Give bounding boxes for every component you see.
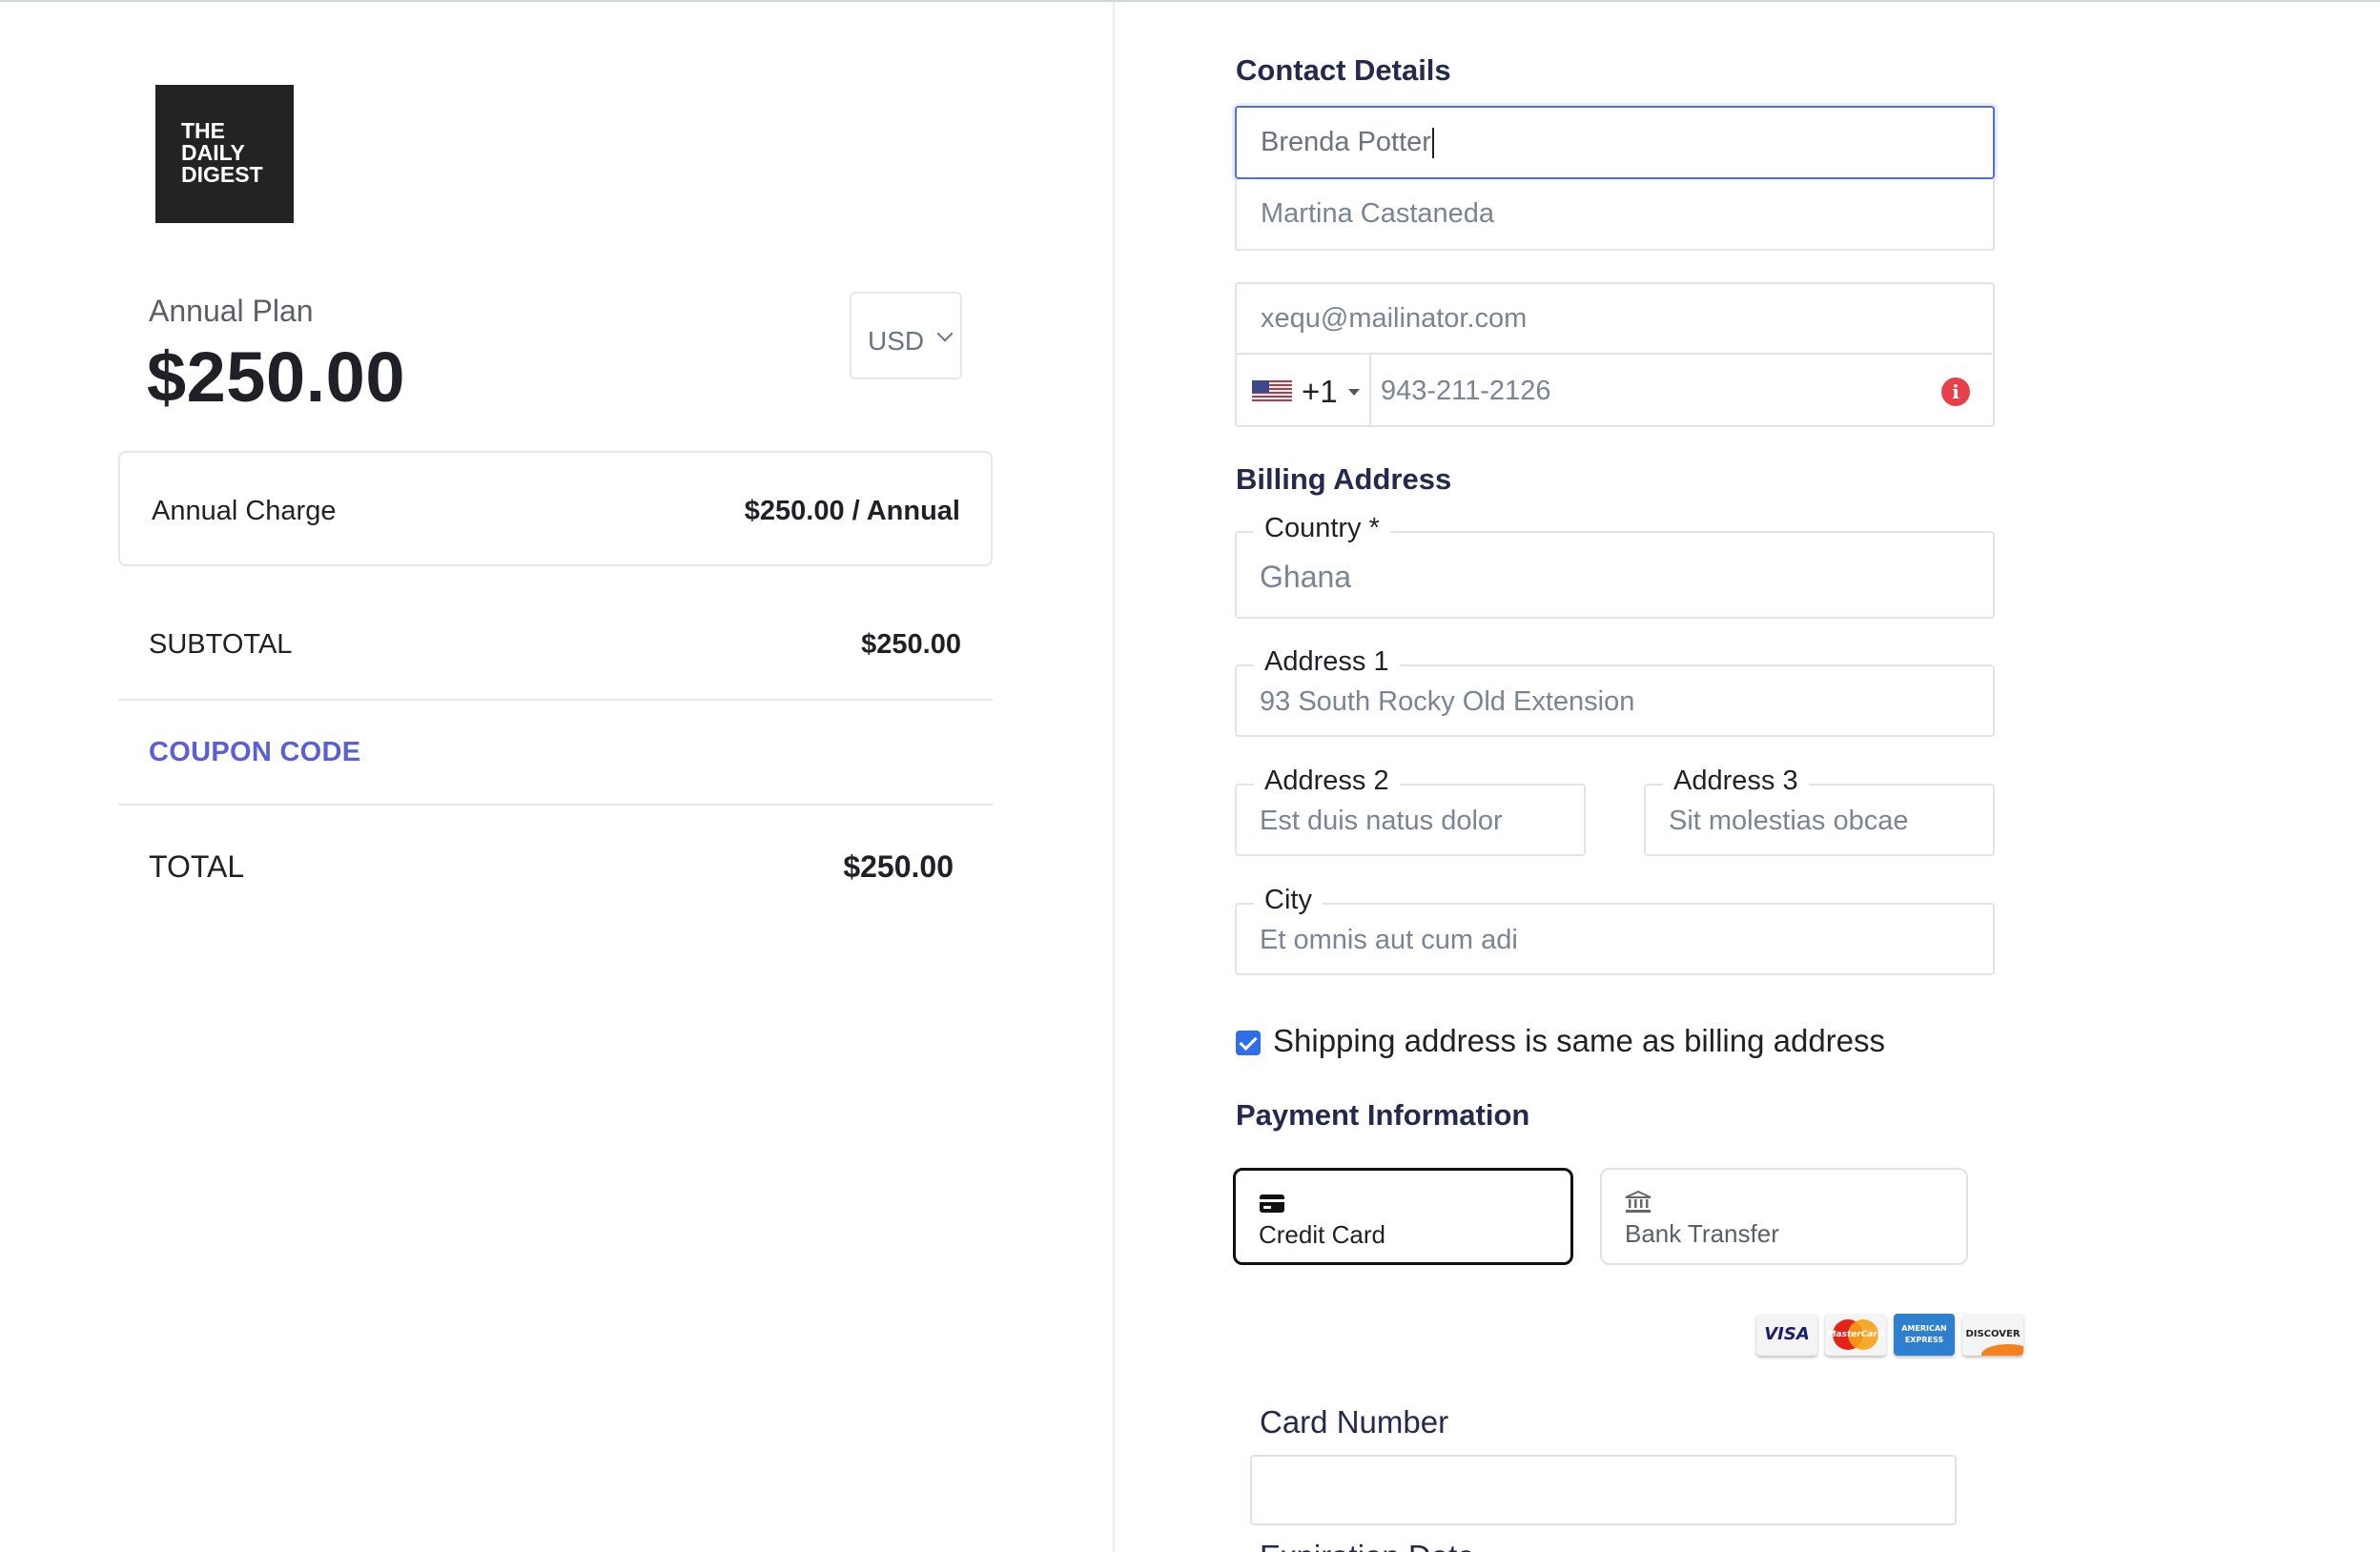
city-label: City (1254, 884, 1323, 916)
credit-card-label: Credit Card (1259, 1220, 1385, 1249)
bank-transfer-label: Bank Transfer (1625, 1219, 1779, 1248)
phone-input[interactable]: +1 943-211-2126 i (1235, 355, 1995, 427)
last-name-input[interactable]: Martina Castaneda (1235, 179, 1995, 251)
mastercard-logo: MasterCard (1825, 1314, 1886, 1356)
coupon-code-link[interactable]: COUPON CODE (149, 737, 360, 768)
total-value: $250.00 (843, 849, 954, 884)
address1-label: Address 1 (1254, 645, 1400, 678)
caret-down-icon[interactable] (1348, 389, 1360, 396)
phone-country-code[interactable]: +1 (1302, 374, 1338, 410)
brand-logo: THE DAILY DIGEST (155, 85, 294, 223)
address2-value: Est duis natus dolor (1260, 806, 1503, 836)
discover-logo: DISCOVER (1962, 1314, 2023, 1356)
amex-logo: AMERICAN EXPRESS (1894, 1314, 1955, 1356)
divider (118, 804, 993, 806)
us-flag-icon (1252, 380, 1292, 403)
card-number-label: Card Number (1260, 1404, 1449, 1440)
card-number-input[interactable] (1250, 1455, 1957, 1525)
charge-label: Annual Charge (152, 496, 337, 526)
charge-value: $250.00 / Annual (744, 496, 960, 526)
logo-line-2: DAILY (181, 140, 245, 165)
first-name-input[interactable]: Brenda Potter (1235, 106, 1995, 179)
address3-label: Address 3 (1663, 765, 1809, 797)
info-icon: i (1941, 378, 1970, 406)
address1-value: 93 South Rocky Old Extension (1260, 686, 1635, 717)
subtotal-value: $250.00 (861, 629, 961, 660)
visa-logo: VISA (1756, 1314, 1817, 1356)
address3-field[interactable]: Address 3 Sit molestias obcae (1644, 765, 1995, 856)
plan-name: Annual Plan (149, 294, 314, 328)
total-label: TOTAL (149, 849, 245, 884)
first-name-value: Brenda Potter (1261, 127, 1431, 157)
bank-transfer-option[interactable]: Bank Transfer (1600, 1168, 1968, 1265)
address1-field[interactable]: Address 1 93 South Rocky Old Extension (1235, 645, 1995, 737)
top-border (0, 0, 2380, 2)
plan-price: $250.00 (147, 337, 405, 417)
contact-details-title: Contact Details (1236, 53, 1451, 87)
city-field[interactable]: City Et omnis aut cum adi (1235, 884, 1995, 975)
last-name-value: Martina Castaneda (1261, 198, 1495, 229)
credit-card-icon (1260, 1195, 1284, 1213)
country-label: Country * (1254, 512, 1390, 544)
city-value: Et omnis aut cum adi (1260, 925, 1518, 955)
chevron-down-icon (936, 325, 954, 342)
divider (118, 699, 993, 701)
subtotal-label: SUBTOTAL (149, 629, 293, 660)
currency-value: USD (868, 326, 925, 356)
logo-line-3: DIGEST (181, 162, 263, 187)
text-caret (1431, 127, 1434, 158)
address2-label: Address 2 (1254, 765, 1400, 797)
annual-charge-box: Annual Charge $250.00 / Annual (118, 451, 993, 566)
subtotal-row: SUBTOTAL $250.00 (149, 629, 961, 661)
country-value: Ghana (1260, 560, 1352, 594)
country-field[interactable]: Country * Ghana (1235, 512, 1995, 619)
email-input[interactable]: xequ@mailinator.com (1235, 282, 1995, 355)
phone-number-value: 943-211-2126 (1381, 376, 1551, 406)
payment-information-title: Payment Information (1236, 1098, 1530, 1132)
address2-field[interactable]: Address 2 Est duis natus dolor (1235, 765, 1586, 856)
currency-select[interactable]: USD (850, 292, 962, 379)
discover-text: DISCOVER (1965, 1329, 2021, 1339)
credit-card-option[interactable]: Credit Card (1233, 1168, 1573, 1265)
total-row: TOTAL $250.00 (149, 849, 954, 885)
shipping-same-label[interactable]: Shipping address is same as billing addr… (1273, 1023, 1885, 1059)
bank-icon (1625, 1191, 1652, 1213)
mastercard-text: MasterCard (1827, 1330, 1884, 1339)
logo-line-1: THE (181, 118, 225, 143)
email-value: xequ@mailinator.com (1261, 302, 1528, 334)
shipping-same-checkbox[interactable] (1236, 1031, 1261, 1055)
billing-address-title: Billing Address (1236, 462, 1452, 496)
address3-value: Sit molestias obcae (1669, 806, 1909, 836)
panel-divider (1113, 2, 1115, 1552)
expiration-date-label: Expiration Date (1260, 1539, 1475, 1552)
phone-separator (1369, 355, 1371, 425)
